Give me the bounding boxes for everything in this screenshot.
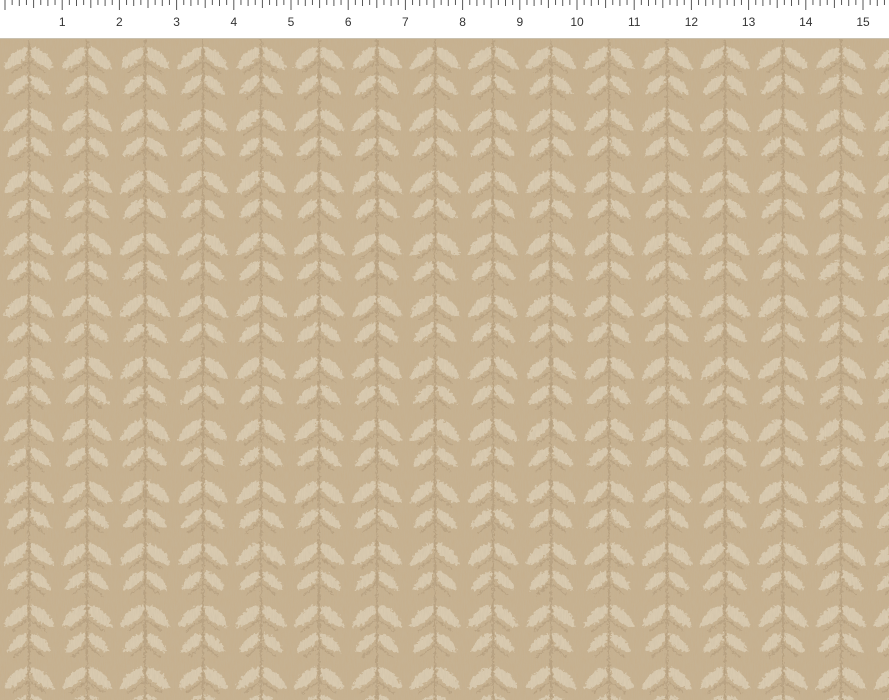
ruler-label: 11 [628,15,641,29]
fabric-pattern [0,39,889,700]
measurement-ruler: 1 2 3 4 5 6 7 8 9 10 11 12 13 14 15 [0,0,889,39]
ruler-label: 8 [459,15,466,29]
ruler-label: 5 [288,15,295,29]
ruler-label: 13 [742,15,756,29]
ruler-label: 7 [402,15,409,29]
ruler-label: 3 [173,15,180,29]
ruler-label: 14 [799,15,813,29]
weave-texture [0,39,889,700]
ruler-label: 12 [685,15,699,29]
fabric-swatch-image: 1 2 3 4 5 6 7 8 9 10 11 12 13 14 15 [0,0,889,700]
ruler-label: 10 [570,15,584,29]
ruler-scale: 1 2 3 4 5 6 7 8 9 10 11 12 13 14 15 [4,0,885,29]
ruler-label: 2 [116,15,123,29]
ruler-label: 15 [856,15,870,29]
ruler-label: 1 [59,15,66,29]
ruler-label: 6 [345,15,352,29]
ruler-label: 9 [516,15,523,29]
ruler-label: 4 [230,15,237,29]
fabric-texture [0,39,889,700]
